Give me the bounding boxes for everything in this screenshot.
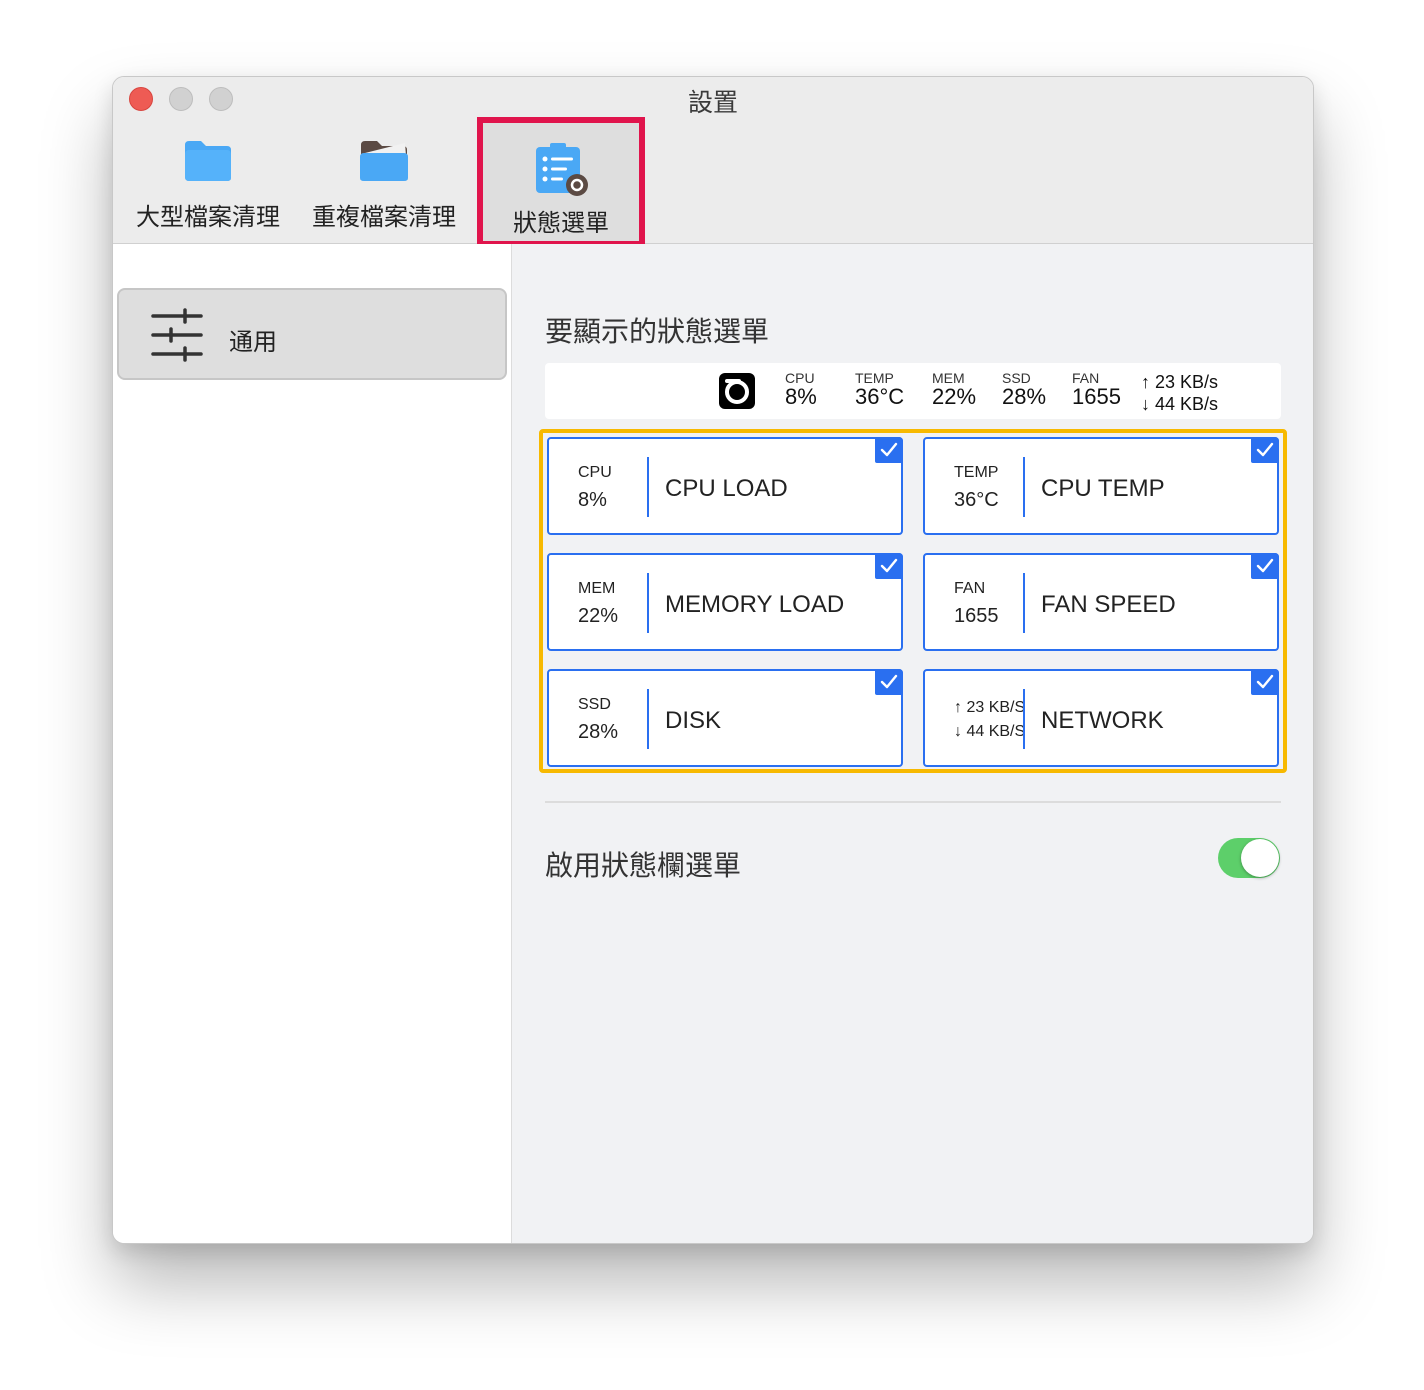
preview-ssd: SSD 28%: [1002, 370, 1047, 409]
card-key: TEMP: [954, 464, 999, 481]
checklist-gear-icon: [533, 141, 589, 202]
preview-temp: TEMP 36°C: [855, 370, 905, 409]
card-name: MEMORY LOAD: [665, 591, 845, 618]
card-cpu-temp[interactable]: TEMP 36°C CPU TEMP: [923, 437, 1279, 535]
card-separator: [1023, 457, 1025, 517]
card-key: FAN: [954, 580, 986, 597]
card-separator: [1023, 573, 1025, 633]
card-separator: [1023, 689, 1025, 749]
card-memory-load[interactable]: MEM 22% MEMORY LOAD: [547, 553, 903, 651]
folder-icon: [182, 139, 234, 188]
checkbox-checked-icon[interactable]: [875, 553, 903, 579]
card-name: NETWORK: [1041, 707, 1164, 734]
card-separator: [647, 573, 649, 633]
preview-cpu: CPU 8%: [785, 370, 817, 409]
card-value: 8%: [578, 489, 607, 511]
sidebar-item-label: 通用: [229, 329, 277, 356]
main-content: 要顯示的狀態選單 CPU 8% TEMP 36°C MEM 22% SSD 28%: [512, 244, 1313, 1243]
enable-status-menu-label: 啟用狀態欄選單: [545, 850, 742, 881]
checkbox-checked-icon[interactable]: [1251, 437, 1279, 463]
enable-status-menu-toggle[interactable]: [1218, 838, 1280, 878]
preview-network: ↑ 23 KB/s ↓ 44 KB/s: [1141, 371, 1218, 415]
divider: [545, 801, 1281, 803]
sliders-icon: [149, 308, 205, 367]
card-value: 36°C: [954, 489, 999, 511]
card-disk[interactable]: SSD 28% DISK: [547, 669, 903, 767]
card-name: CPU LOAD: [665, 475, 788, 502]
toolbar-item-label: 狀態選單: [513, 210, 609, 237]
card-cpu-load[interactable]: CPU 8% CPU LOAD: [547, 437, 903, 535]
app-logo-icon: [719, 373, 755, 409]
section-title: 要顯示的狀態選單: [545, 316, 770, 347]
preview-fan: FAN 1655: [1072, 370, 1121, 409]
checkbox-checked-icon[interactable]: [1251, 669, 1279, 695]
sidebar-item-general[interactable]: 通用: [117, 288, 507, 380]
card-separator: [647, 689, 649, 749]
card-fan-speed[interactable]: FAN 1655 FAN SPEED: [923, 553, 1279, 651]
card-separator: [647, 457, 649, 517]
net-down-text: ↓ 44 KB/s: [1141, 394, 1219, 414]
checkbox-checked-icon[interactable]: [1251, 553, 1279, 579]
card-value: 22%: [578, 605, 619, 627]
card-network[interactable]: ↑ 23 KB/S ↓ 44 KB/S NETWORK: [923, 669, 1279, 767]
preview-mem: MEM 22%: [932, 370, 977, 409]
toolbar-item-label: 大型檔案清理: [136, 204, 280, 231]
card-value: 28%: [578, 721, 619, 743]
status-items-grid: CPU 8% CPU LOAD TEMP 36°C CPU TEMP MEM 2…: [539, 429, 1287, 773]
window-title: 設置: [687, 89, 738, 117]
card-net-up: ↑ 23 KB/S: [954, 699, 1026, 716]
card-key: CPU: [578, 464, 612, 481]
card-name: FAN SPEED: [1041, 591, 1176, 618]
toggle-knob: [1241, 839, 1279, 877]
checkbox-checked-icon[interactable]: [875, 437, 903, 463]
settings-window: 設置 大型檔案清理 重複檔案清理 狀態選單 通用 要顯示的狀態選單 CPU 8%…: [112, 76, 1314, 1244]
card-value: 1655: [954, 605, 999, 627]
card-key: MEM: [578, 580, 616, 597]
toolbar-duplicate-files[interactable]: 重複檔案清理: [299, 123, 469, 241]
titlebar: 設置 大型檔案清理 重複檔案清理 狀態選單: [113, 77, 1313, 247]
card-key: SSD: [578, 696, 611, 713]
toolbar-large-files[interactable]: 大型檔案清理: [123, 123, 293, 241]
toolbar-status-menu[interactable]: 狀態選單: [477, 117, 645, 247]
checkbox-checked-icon[interactable]: [875, 669, 903, 695]
toolbar-item-label: 重複檔案清理: [312, 204, 456, 231]
card-net-down: ↓ 44 KB/S: [954, 723, 1026, 740]
card-name: DISK: [665, 707, 722, 734]
sidebar: 通用: [113, 244, 512, 1243]
net-up-text: ↑ 23 KB/s: [1141, 372, 1219, 392]
status-bar-preview: CPU 8% TEMP 36°C MEM 22% SSD 28% FAN 1655 ↑ 2…: [545, 363, 1281, 419]
open-folder-icon: [357, 139, 411, 188]
card-name: CPU TEMP: [1041, 475, 1165, 502]
